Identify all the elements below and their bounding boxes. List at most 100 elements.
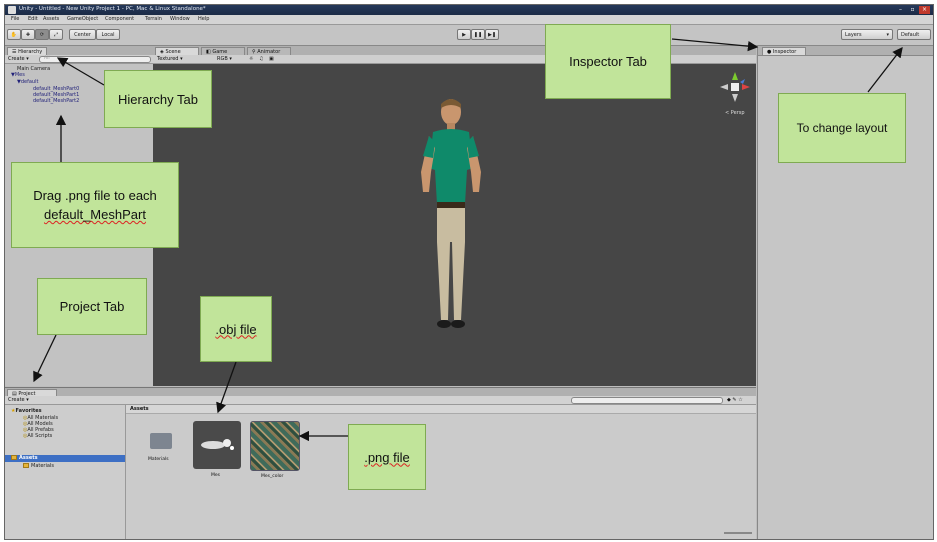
menu-bar: File Edit Assets GameObject Component Te… (5, 15, 933, 25)
layout-label: Default (901, 32, 920, 38)
layout-dropdown[interactable]: Default (897, 29, 931, 40)
folder-icon (150, 433, 172, 449)
pivot-center-button[interactable]: Center (69, 29, 96, 40)
window-title: Unity - Untitled - New Unity Project 1 -… (19, 6, 206, 12)
tab-hierarchy[interactable]: ☰ Hierarchy (7, 47, 48, 55)
asset-grid: Assets Materials Mes Mes_color (126, 405, 756, 539)
scene-gizmo-icon[interactable] (718, 70, 752, 104)
callout-inspector-text: Inspector Tab (569, 54, 647, 69)
hierarchy-create-button[interactable]: Create ▾ (8, 56, 29, 62)
callout-png-text: .png file (364, 449, 410, 465)
favorites-header[interactable]: ★Favorites (11, 408, 42, 414)
asset-tile-label: Mes (211, 473, 220, 478)
2d-toggle-icon[interactable]: ☼ (249, 56, 253, 62)
thumbnail-size-slider[interactable] (724, 532, 752, 534)
space-label: Local (101, 32, 115, 38)
hierarchy-item-default-label: default (20, 79, 39, 85)
callout-obj-text: .obj file (215, 321, 257, 337)
character-model[interactable] (411, 92, 491, 342)
project-tree: ★Favorites ◎All Materials ◎All Models ◎A… (5, 405, 126, 539)
asset-tile-materials[interactable]: Materials (146, 421, 176, 465)
callout-obj-file: .obj file (200, 296, 272, 362)
favorite-label: All Scripts (27, 433, 53, 439)
pause-button[interactable]: ❚❚ (471, 29, 485, 40)
breadcrumb-assets[interactable]: Assets (130, 406, 149, 412)
asset-tile-mes-color[interactable]: Mes_color (250, 421, 300, 479)
pivot-label: Center (74, 32, 91, 38)
callout-drag-line2: default_MeshPart (44, 207, 146, 222)
audio-toggle-icon[interactable]: ♫ (259, 56, 263, 62)
menu-file[interactable]: File (11, 16, 19, 22)
materials-tree-label: Materials (31, 463, 54, 469)
callout-png-file: .png file (348, 424, 426, 490)
color-mode-label: RGB (217, 56, 228, 62)
callout-drag-line1: Drag .png file to each (33, 188, 157, 203)
menu-gameobject[interactable]: GameObject (67, 16, 98, 22)
breadcrumb: Assets (126, 405, 756, 414)
layers-dropdown[interactable]: Layers ▾ (841, 29, 893, 40)
move-tool-button[interactable]: ✚ (21, 29, 35, 40)
inspector-tabstrip: ● Inspector (758, 46, 933, 56)
hierarchy-create-label: Create (8, 56, 25, 62)
tab-project[interactable]: ▤ Project (7, 389, 57, 397)
menu-assets[interactable]: Assets (43, 16, 59, 22)
menu-window[interactable]: Window (170, 16, 190, 22)
hierarchy-item-mes[interactable]: ▼Mes (11, 72, 25, 78)
favorite-all-scripts[interactable]: ◎All Scripts (23, 433, 52, 439)
folder-icon (23, 463, 29, 468)
effects-toggle-icon[interactable]: ▣ (269, 56, 274, 62)
persp-label: < Persp (725, 110, 745, 116)
callout-drag-png: Drag .png file to each default_MeshPart (11, 162, 179, 248)
main-toolbar: ✋ ✚ ⟳ ⤢ Center Local ▶ ❚❚ ▶❚ Layers ▾ Def… (5, 25, 933, 46)
hand-tool-button[interactable]: ✋ (7, 29, 21, 40)
hierarchy-search-input[interactable]: All (39, 56, 151, 63)
asset-tile-label: Materials (148, 457, 169, 462)
hierarchy-item-default[interactable]: ▼default (17, 79, 38, 85)
minimize-icon[interactable]: – (895, 6, 906, 14)
hierarchy-item-mes-label: Mes (14, 72, 25, 78)
asset-tile-mes[interactable]: Mes (193, 421, 241, 478)
tab-scene[interactable]: ◈ Scene (155, 47, 199, 55)
maximize-icon[interactable]: ▫ (907, 6, 918, 14)
assets-tree-label: Assets (19, 455, 38, 461)
hierarchy-item-meshpart2[interactable]: default_MeshPart2 (33, 98, 79, 104)
unity-logo-icon (8, 6, 16, 14)
materials-tree-item[interactable]: Materials (23, 463, 54, 469)
step-button[interactable]: ▶❚ (485, 29, 499, 40)
assets-tree-item[interactable]: Assets (5, 455, 125, 462)
project-create-button[interactable]: Create ▾ (8, 397, 29, 403)
play-button[interactable]: ▶ (457, 29, 471, 40)
project-toolbar: Create ▾ ◆ ✎ ☆ (5, 396, 756, 405)
render-mode-label: Textured (157, 56, 179, 62)
menu-edit[interactable]: Edit (28, 16, 38, 22)
pivot-space-button[interactable]: Local (96, 29, 120, 40)
asset-tile-label: Mes_color (261, 474, 284, 479)
scale-tool-button[interactable]: ⤢ (49, 29, 63, 40)
callout-hierarchy-text: Hierarchy Tab (118, 91, 198, 107)
callout-layout-text: To change layout (796, 121, 888, 135)
project-create-label: Create (8, 397, 25, 403)
search-placeholder: All (44, 56, 50, 61)
folder-icon (11, 455, 17, 460)
render-mode-dropdown[interactable]: Textured ▾ (157, 56, 183, 62)
tab-animator[interactable]: ⚲ Animator (247, 47, 291, 55)
menu-terrain[interactable]: Terrain (145, 16, 162, 22)
inspector-tab-label: Inspector (772, 49, 797, 55)
tab-inspector[interactable]: ● Inspector (762, 47, 806, 55)
filter-icons[interactable]: ◆ ✎ ☆ (727, 397, 743, 403)
rotate-tool-button[interactable]: ⟳ (35, 29, 49, 40)
chevron-down-icon: ▾ (886, 32, 889, 38)
callout-project-tab: Project Tab (37, 278, 147, 335)
project-search-input[interactable] (571, 397, 723, 404)
menu-help[interactable]: Help (198, 16, 209, 22)
hierarchy-toolbar: Create ▾ All (5, 55, 153, 64)
callout-project-text: Project Tab (59, 299, 125, 314)
tab-game[interactable]: ◧ Game (201, 47, 245, 55)
mesh-icon (201, 439, 234, 450)
callout-hierarchy-tab: Hierarchy Tab (104, 70, 212, 128)
menu-component[interactable]: Component (105, 16, 134, 22)
layers-label: Layers (845, 32, 862, 38)
color-mode-dropdown[interactable]: RGB ▾ (217, 56, 232, 62)
callout-inspector-tab: Inspector Tab (545, 24, 671, 99)
close-icon[interactable]: × (919, 6, 930, 14)
